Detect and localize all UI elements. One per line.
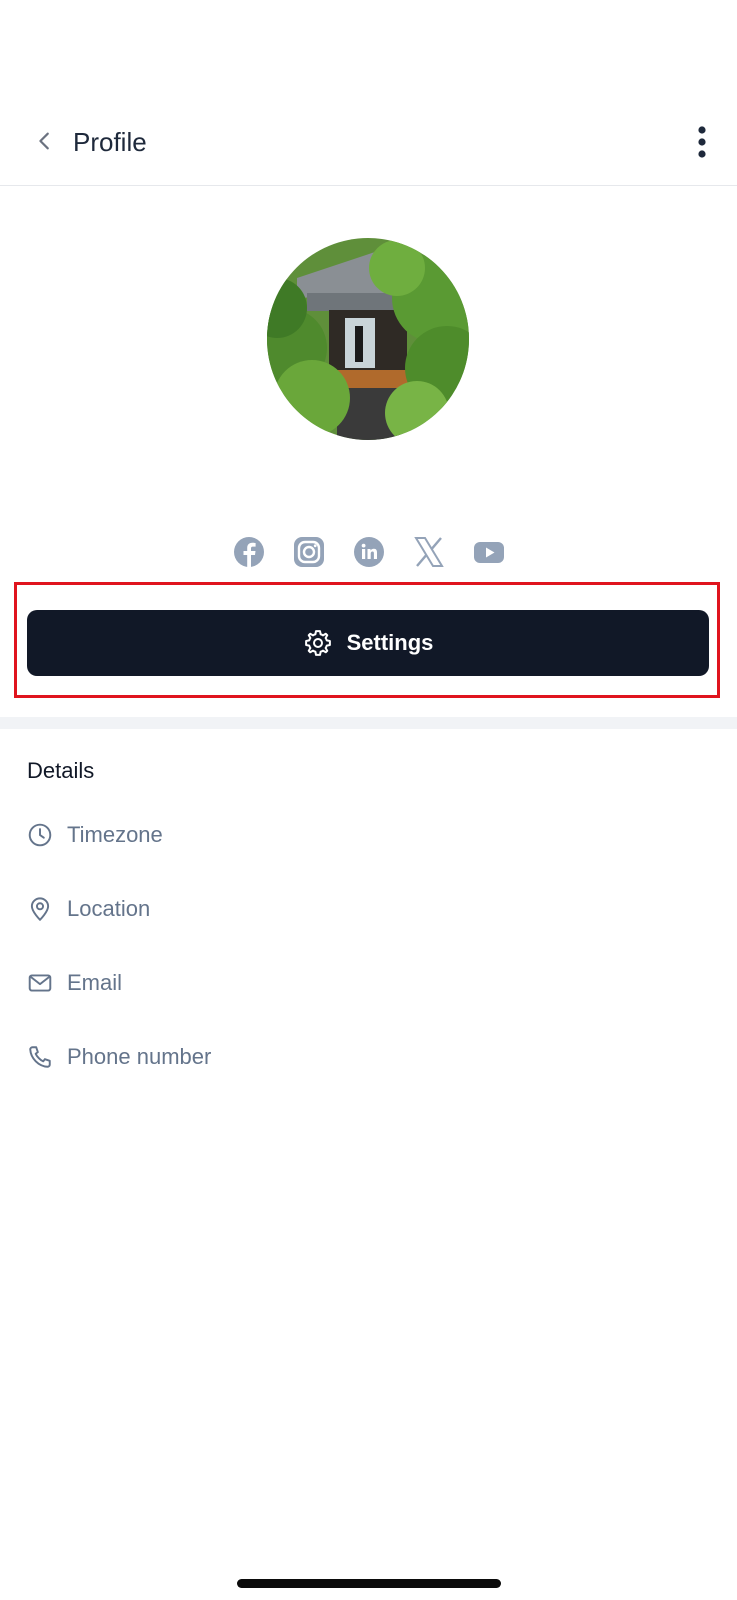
settings-button[interactable]: Settings bbox=[27, 610, 709, 676]
more-vertical-icon bbox=[698, 126, 706, 158]
settings-label: Settings bbox=[346, 630, 434, 655]
home-indicator bbox=[237, 1579, 501, 1588]
detail-phone-number[interactable]: Phone number bbox=[27, 1039, 211, 1075]
section-divider bbox=[0, 717, 737, 729]
map-pin-icon bbox=[27, 896, 53, 922]
gear-icon bbox=[304, 630, 331, 656]
avatar[interactable] bbox=[267, 238, 469, 440]
chevron-left-icon bbox=[39, 132, 49, 150]
detail-label: Timezone bbox=[67, 822, 163, 847]
detail-location[interactable]: Location bbox=[27, 891, 150, 927]
detail-label: Location bbox=[67, 896, 151, 921]
detail-label: Phone number bbox=[67, 1044, 212, 1069]
facebook-icon[interactable] bbox=[233, 536, 265, 568]
clock-icon bbox=[27, 822, 53, 848]
x-icon[interactable] bbox=[413, 536, 445, 568]
phone-icon bbox=[27, 1044, 53, 1070]
detail-label: Email bbox=[67, 970, 123, 995]
youtube-icon[interactable] bbox=[473, 536, 505, 568]
social-links bbox=[0, 532, 737, 572]
instagram-icon[interactable] bbox=[293, 536, 325, 568]
detail-timezone[interactable]: Timezone bbox=[27, 817, 163, 853]
back-button[interactable] bbox=[28, 124, 62, 158]
details-heading: Details bbox=[27, 758, 95, 783]
more-options-button[interactable] bbox=[685, 120, 719, 164]
mail-icon bbox=[27, 970, 53, 996]
page-title: Profile bbox=[73, 127, 147, 157]
detail-email[interactable]: Email bbox=[27, 965, 122, 1001]
profile-screen: Profile Settings Details Timezone Locati… bbox=[0, 0, 737, 1600]
top-bar: Profile bbox=[0, 100, 737, 186]
linkedin-icon[interactable] bbox=[353, 536, 385, 568]
profile-photo bbox=[267, 238, 469, 440]
